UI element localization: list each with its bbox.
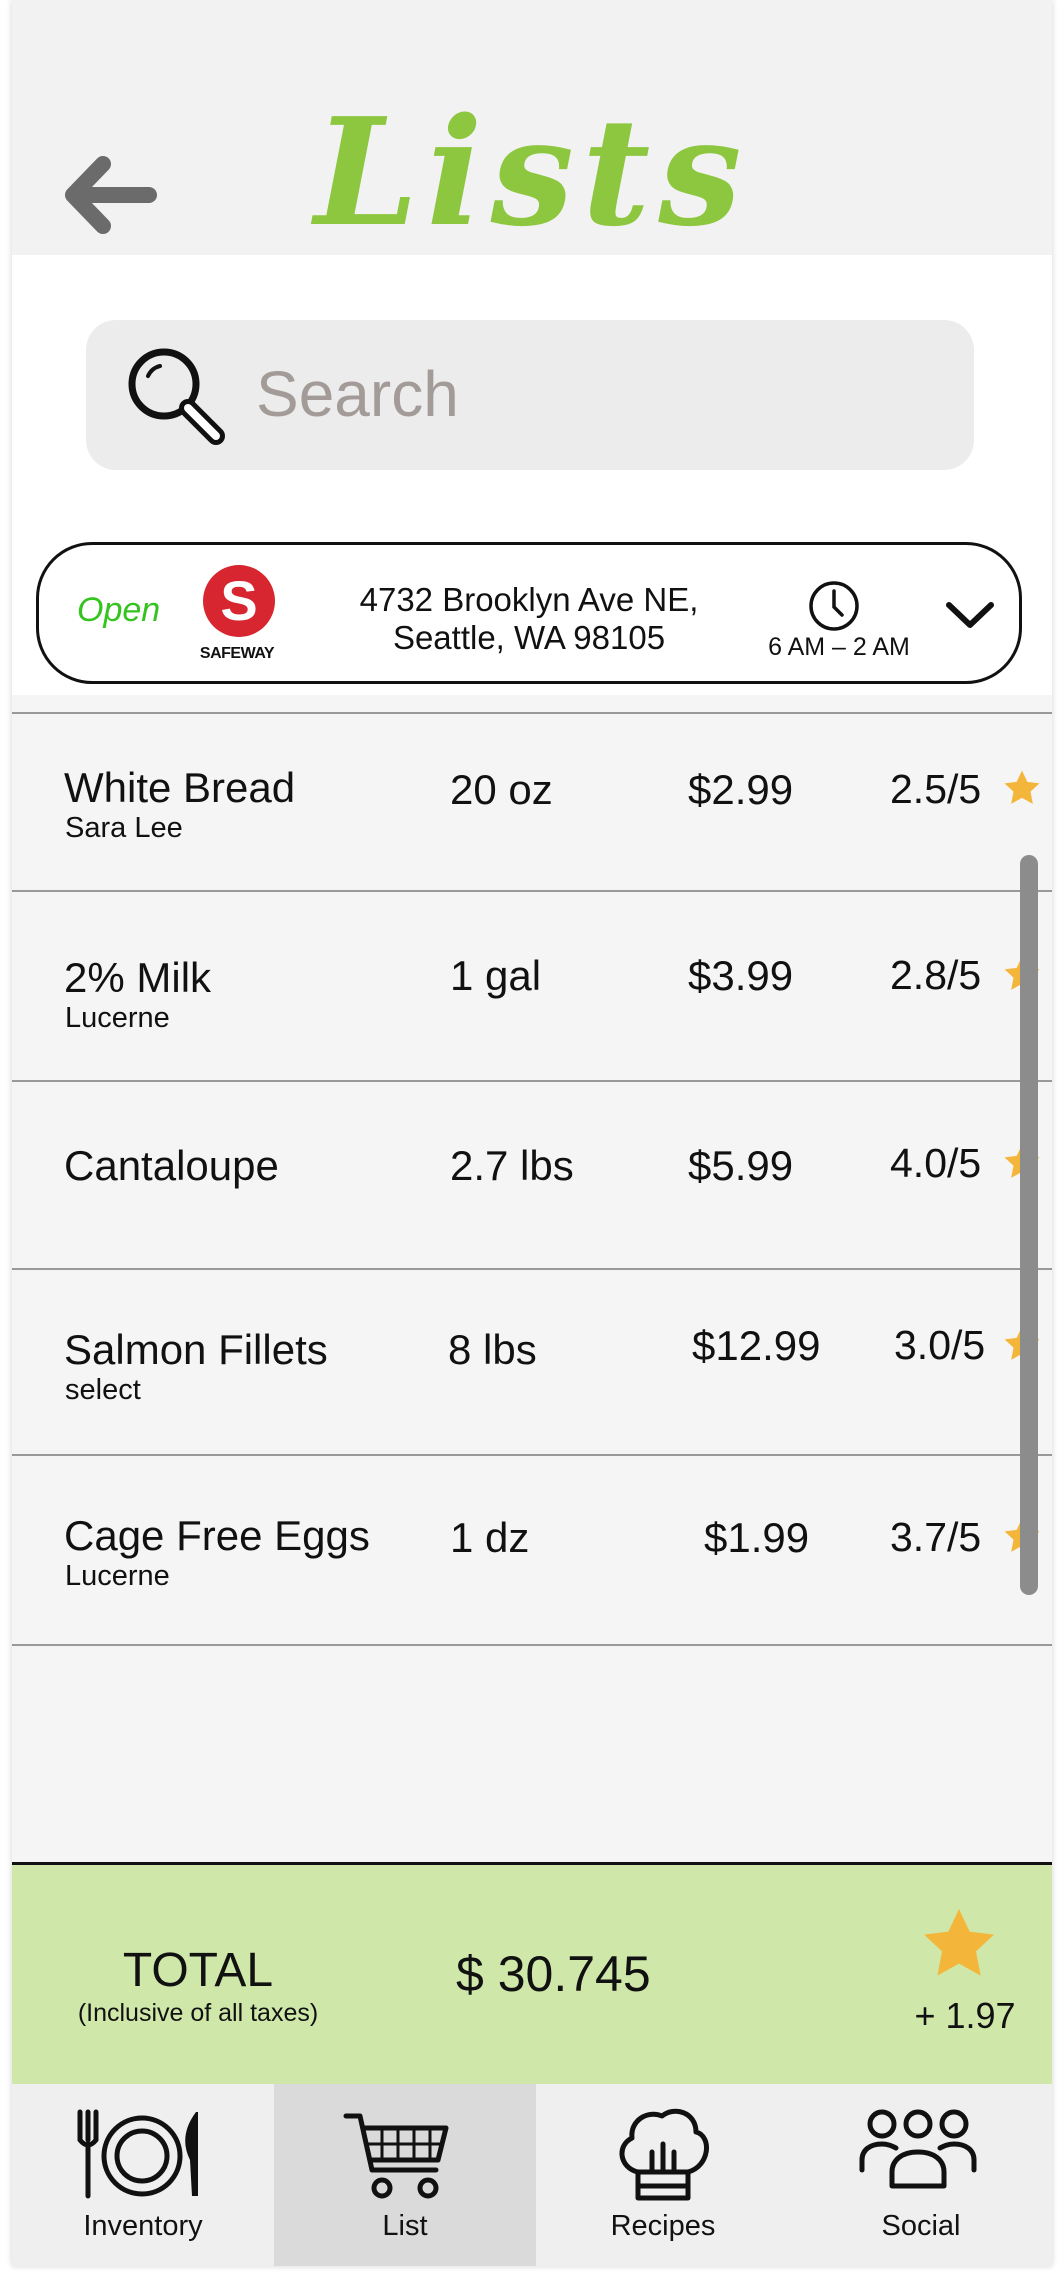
item-quantity: 2.7 lbs <box>450 1142 574 1189</box>
item-rating: 4.0/5 <box>890 1140 982 1186</box>
reward-points: + 1.97 <box>914 1995 1016 2036</box>
total-label: TOTAL <box>122 1944 274 1997</box>
store-status-badge: Open <box>77 591 161 629</box>
store-hours: 6 AM – 2 AM <box>768 633 910 661</box>
list-scrollbar[interactable] <box>1020 855 1038 1595</box>
item-brand: Sara Lee <box>65 812 183 844</box>
app-screen: Lists Open S SAFEWAY 4732 Brooklyn Ave N… <box>12 0 1052 2266</box>
page-title: Lists <box>314 85 750 259</box>
item-rating: 2.5/5 <box>890 766 982 812</box>
list-item[interactable]: Cantaloupe 2.7 lbs $5.99 4.0/5 <box>12 1082 1052 1270</box>
total-note: (Inclusive of all taxes) <box>77 1999 319 2027</box>
store-address-line1: 4732 Brooklyn Ave NE, <box>359 581 699 618</box>
nav-label: List <box>382 2210 428 2242</box>
item-rating: 3.7/5 <box>890 1514 982 1560</box>
search-bar[interactable] <box>86 320 974 470</box>
nav-item-social[interactable]: Social <box>790 2084 1052 2266</box>
item-name: 2% Milk <box>64 954 212 1001</box>
bottom-nav: Inventory List Recipes Social <box>12 2084 1052 2266</box>
plate-cutlery-icon <box>77 2109 198 2199</box>
total-bar: TOTAL (Inclusive of all taxes) $ 30.745 … <box>12 1862 1052 2084</box>
header: Lists <box>12 0 1052 255</box>
store-logo-text: SAFEWAY <box>199 645 275 662</box>
item-price: $12.99 <box>692 1322 821 1369</box>
item-price: $3.99 <box>688 952 794 999</box>
item-brand: Lucerne <box>65 1560 170 1592</box>
item-quantity: 1 gal <box>450 952 542 999</box>
search-area: Open S SAFEWAY 4732 Brooklyn Ave NE, Sea… <box>12 255 1052 695</box>
item-name: Salmon Fillets <box>64 1326 328 1373</box>
nav-label: Social <box>881 2210 961 2242</box>
item-brand: select <box>65 1374 141 1406</box>
store-selector[interactable]: Open S SAFEWAY 4732 Brooklyn Ave NE, Sea… <box>36 542 1022 684</box>
search-input[interactable] <box>256 344 936 444</box>
nav-item-recipes[interactable]: Recipes <box>536 2084 790 2266</box>
item-brand: Lucerne <box>65 1002 170 1034</box>
item-price: $1.99 <box>704 1514 810 1561</box>
item-name: Cage Free Eggs <box>64 1512 370 1559</box>
nav-label: Inventory <box>83 2210 203 2242</box>
store-logo: S SAFEWAY <box>197 565 277 669</box>
store-address-line2: Seattle, WA 98105 <box>392 619 666 656</box>
item-name: White Bread <box>64 764 296 811</box>
nav-label: Recipes <box>610 2210 716 2242</box>
star-icon <box>924 1909 994 1976</box>
item-price: $2.99 <box>688 766 794 813</box>
item-quantity: 8 lbs <box>448 1326 537 1373</box>
shopping-cart-icon <box>343 2113 449 2199</box>
item-rating: 3.0/5 <box>894 1322 986 1368</box>
item-rating: 2.8/5 <box>890 952 982 998</box>
item-quantity: 20 oz <box>450 766 553 813</box>
item-quantity: 1 dz <box>450 1514 530 1561</box>
list-item[interactable]: 2% Milk Lucerne 1 gal $3.99 2.8/5 <box>12 892 1052 1082</box>
store-logo-mark: S <box>203 565 275 637</box>
list-item[interactable]: White Bread Sara Lee 20 oz $2.99 2.5/5 <box>12 714 1052 892</box>
search-icon <box>128 348 225 445</box>
people-icon <box>859 2109 977 2189</box>
store-address: 4732 Brooklyn Ave NE, Seattle, WA 98105 <box>339 581 719 657</box>
list-item[interactable]: Cage Free Eggs Lucerne 1 dz $1.99 3.7/5 <box>12 1456 1052 1646</box>
shopping-list: White Bread Sara Lee 20 oz $2.99 2.5/5 2… <box>12 712 1052 1656</box>
chevron-down-icon[interactable] <box>943 595 997 635</box>
item-name: Cantaloupe <box>64 1142 279 1189</box>
chef-hat-icon <box>619 2108 709 2201</box>
nav-item-inventory[interactable]: Inventory <box>12 2084 274 2266</box>
clock-icon <box>809 581 859 631</box>
item-price: $5.99 <box>688 1142 794 1189</box>
total-amount: $ 30.745 <box>456 1946 651 2002</box>
list-item[interactable]: Salmon Fillets select 8 lbs $12.99 3.0/5 <box>12 1270 1052 1456</box>
nav-item-list[interactable]: List <box>274 2084 536 2266</box>
star-icon <box>1004 770 1040 804</box>
